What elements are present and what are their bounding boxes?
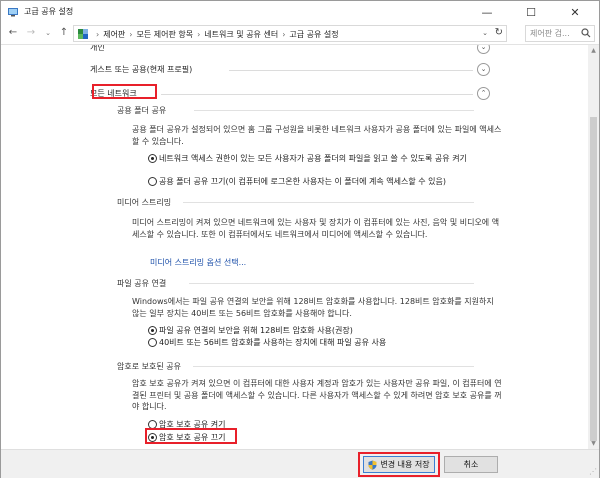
address-bar[interactable]: › 제어판 › 모든 제어판 항목 › 네트워크 및 공유 센터 › 고급 공유 설정 ⌄ ↻ <box>73 25 507 42</box>
expand-chevron-icon[interactable]: ⌄ <box>477 45 490 54</box>
radio-selected[interactable] <box>148 326 157 335</box>
vertical-scrollbar[interactable]: ▲ ▼ <box>588 45 599 449</box>
scrollbar-thumb[interactable] <box>590 117 597 441</box>
back-arrow-icon[interactable]: ← <box>6 26 20 40</box>
advanced-sharing-window: 고급 공유 설정 — ☐ ✕ ← → ⌄ ↑ › 제어판 › 모든 제어판 항목 › 네트… <box>0 0 600 478</box>
collapse-chevron-icon[interactable]: ⌃ <box>477 87 490 100</box>
highlight-box <box>92 84 157 99</box>
breadcrumb-separator: › <box>129 30 133 39</box>
footer-bar: 변경 내용 저장 취소 ⋰ <box>1 449 599 478</box>
media-streaming-description: 미디어 스트리밍이 켜져 있으면 네트워크에 있는 사용자 및 장치가 이 컴퓨… <box>132 218 500 239</box>
refresh-icon[interactable]: ↻ <box>495 27 503 38</box>
profile-guest-public-label[interactable]: 게스트 또는 공용(현재 프로필) <box>90 64 192 75</box>
encryption-128-label: 파일 공유 연결의 보안을 위해 128비트 암호화 사용(권장) <box>159 326 353 335</box>
breadcrumb-separator: › <box>96 30 100 39</box>
radio-selected[interactable] <box>148 154 157 163</box>
breadcrumb-all-items[interactable]: 모든 제어판 항목 <box>137 30 194 39</box>
resize-grip-icon[interactable]: ⋰ <box>589 467 597 476</box>
public-folder-heading: 공용 폴더 공유 <box>117 106 167 115</box>
minimize-button[interactable]: — <box>465 1 509 23</box>
breadcrumb: › 제어판 › 모든 제어판 항목 › 네트워크 및 공유 센터 › 고급 공유 설정 <box>92 29 339 40</box>
radio-unselected[interactable] <box>148 338 157 347</box>
public-folder-on-label: 네트워크 액세스 권한이 있는 모든 사용자가 공용 폴더의 파일을 읽고 쓸 … <box>159 154 467 163</box>
search-box[interactable] <box>525 25 595 42</box>
address-dropdown-icon[interactable]: ⌄ <box>482 29 488 37</box>
search-input[interactable] <box>526 26 582 41</box>
expand-chevron-icon[interactable]: ⌄ <box>477 63 490 76</box>
section-divider <box>229 70 473 71</box>
profile-private-label[interactable]: 개인 <box>90 45 105 53</box>
radio-unselected[interactable] <box>148 177 157 186</box>
breadcrumb-advanced-sharing[interactable]: 고급 공유 설정 <box>289 30 338 39</box>
scroll-down-icon[interactable]: ▼ <box>588 438 599 449</box>
close-button[interactable]: ✕ <box>553 1 597 23</box>
media-streaming-heading: 미디어 스트리밍 <box>117 198 172 207</box>
uac-shield-icon <box>368 460 377 470</box>
public-folder-description: 공용 폴더 공유가 설정되어 있으면 홈 그룹 구성원을 비롯한 네트워크 사용… <box>132 125 502 146</box>
breadcrumb-network-center[interactable]: 네트워크 및 공유 센터 <box>204 30 278 39</box>
save-changes-button[interactable]: 변경 내용 저장 <box>363 456 435 473</box>
section-divider <box>161 94 473 95</box>
save-changes-label: 변경 내용 저장 <box>380 460 430 469</box>
public-folder-on-option[interactable]: 네트워크 액세스 권한이 있는 모든 사용자가 공용 폴더의 파일을 읽고 쓸 … <box>148 153 499 164</box>
public-folder-off-label: 공용 폴더 공유 끄기(이 컴퓨터에 로그온한 사용자는 이 폴더에 계속 액세… <box>159 177 446 186</box>
file-sharing-heading: 파일 공유 연결 <box>117 279 167 288</box>
encryption-40-56-option[interactable]: 40비트 또는 56비트 암호화를 사용하는 장치에 대해 파일 공유 사용 <box>148 337 499 348</box>
window-title: 고급 공유 설정 <box>24 7 74 16</box>
maximize-button[interactable]: ☐ <box>509 1 553 23</box>
settings-content: 개인 ⌄ 게스트 또는 공용(현재 프로필) ⌄ 모든 네트워크 ⌃ 공용 폴더… <box>1 45 587 449</box>
subsection-divider <box>183 202 474 203</box>
password-sharing-description: 암호 보호 공유가 켜져 있으면 이 컴퓨터에 대한 사용자 계정과 암호가 있… <box>132 379 502 411</box>
subsection-divider <box>194 110 474 111</box>
encryption-128-option[interactable]: 파일 공유 연결의 보안을 위해 128비트 암호화 사용(권장) <box>148 325 499 336</box>
highlight-box <box>145 428 237 444</box>
forward-arrow-icon[interactable]: → <box>24 26 38 40</box>
title-bar: 고급 공유 설정 — ☐ ✕ <box>1 1 599 23</box>
file-sharing-description: Windows에서는 파일 공유 연결의 보안을 위해 128비트 암호화를 사… <box>132 297 494 318</box>
subsection-divider <box>193 366 474 367</box>
public-folder-off-option[interactable]: 공용 폴더 공유 끄기(이 컴퓨터에 로그온한 사용자는 이 폴더에 계속 액세… <box>148 176 499 187</box>
up-arrow-icon[interactable]: ↑ <box>57 26 71 40</box>
password-sharing-heading: 암호로 보호된 공유 <box>117 362 181 371</box>
scroll-up-icon[interactable]: ▲ <box>588 45 599 56</box>
subsection-divider <box>189 283 474 284</box>
navigation-bar: ← → ⌄ ↑ › 제어판 › 모든 제어판 항목 › 네트워크 및 공유 센터 › 고급 공… <box>1 23 599 45</box>
breadcrumb-control-panel[interactable]: 제어판 <box>103 30 125 39</box>
control-panel-icon <box>78 29 88 39</box>
breadcrumb-separator: › <box>197 30 201 39</box>
breadcrumb-separator: › <box>282 30 286 39</box>
media-streaming-options-link[interactable]: 미디어 스트리밍 옵션 선택... <box>150 257 246 268</box>
recent-locations-chevron-icon[interactable]: ⌄ <box>41 26 55 40</box>
network-sharing-app-icon <box>8 8 18 17</box>
search-icon[interactable] <box>581 28 591 38</box>
encryption-40-56-label: 40비트 또는 56비트 암호화를 사용하는 장치에 대해 파일 공유 사용 <box>159 338 387 347</box>
cancel-button[interactable]: 취소 <box>444 456 498 473</box>
